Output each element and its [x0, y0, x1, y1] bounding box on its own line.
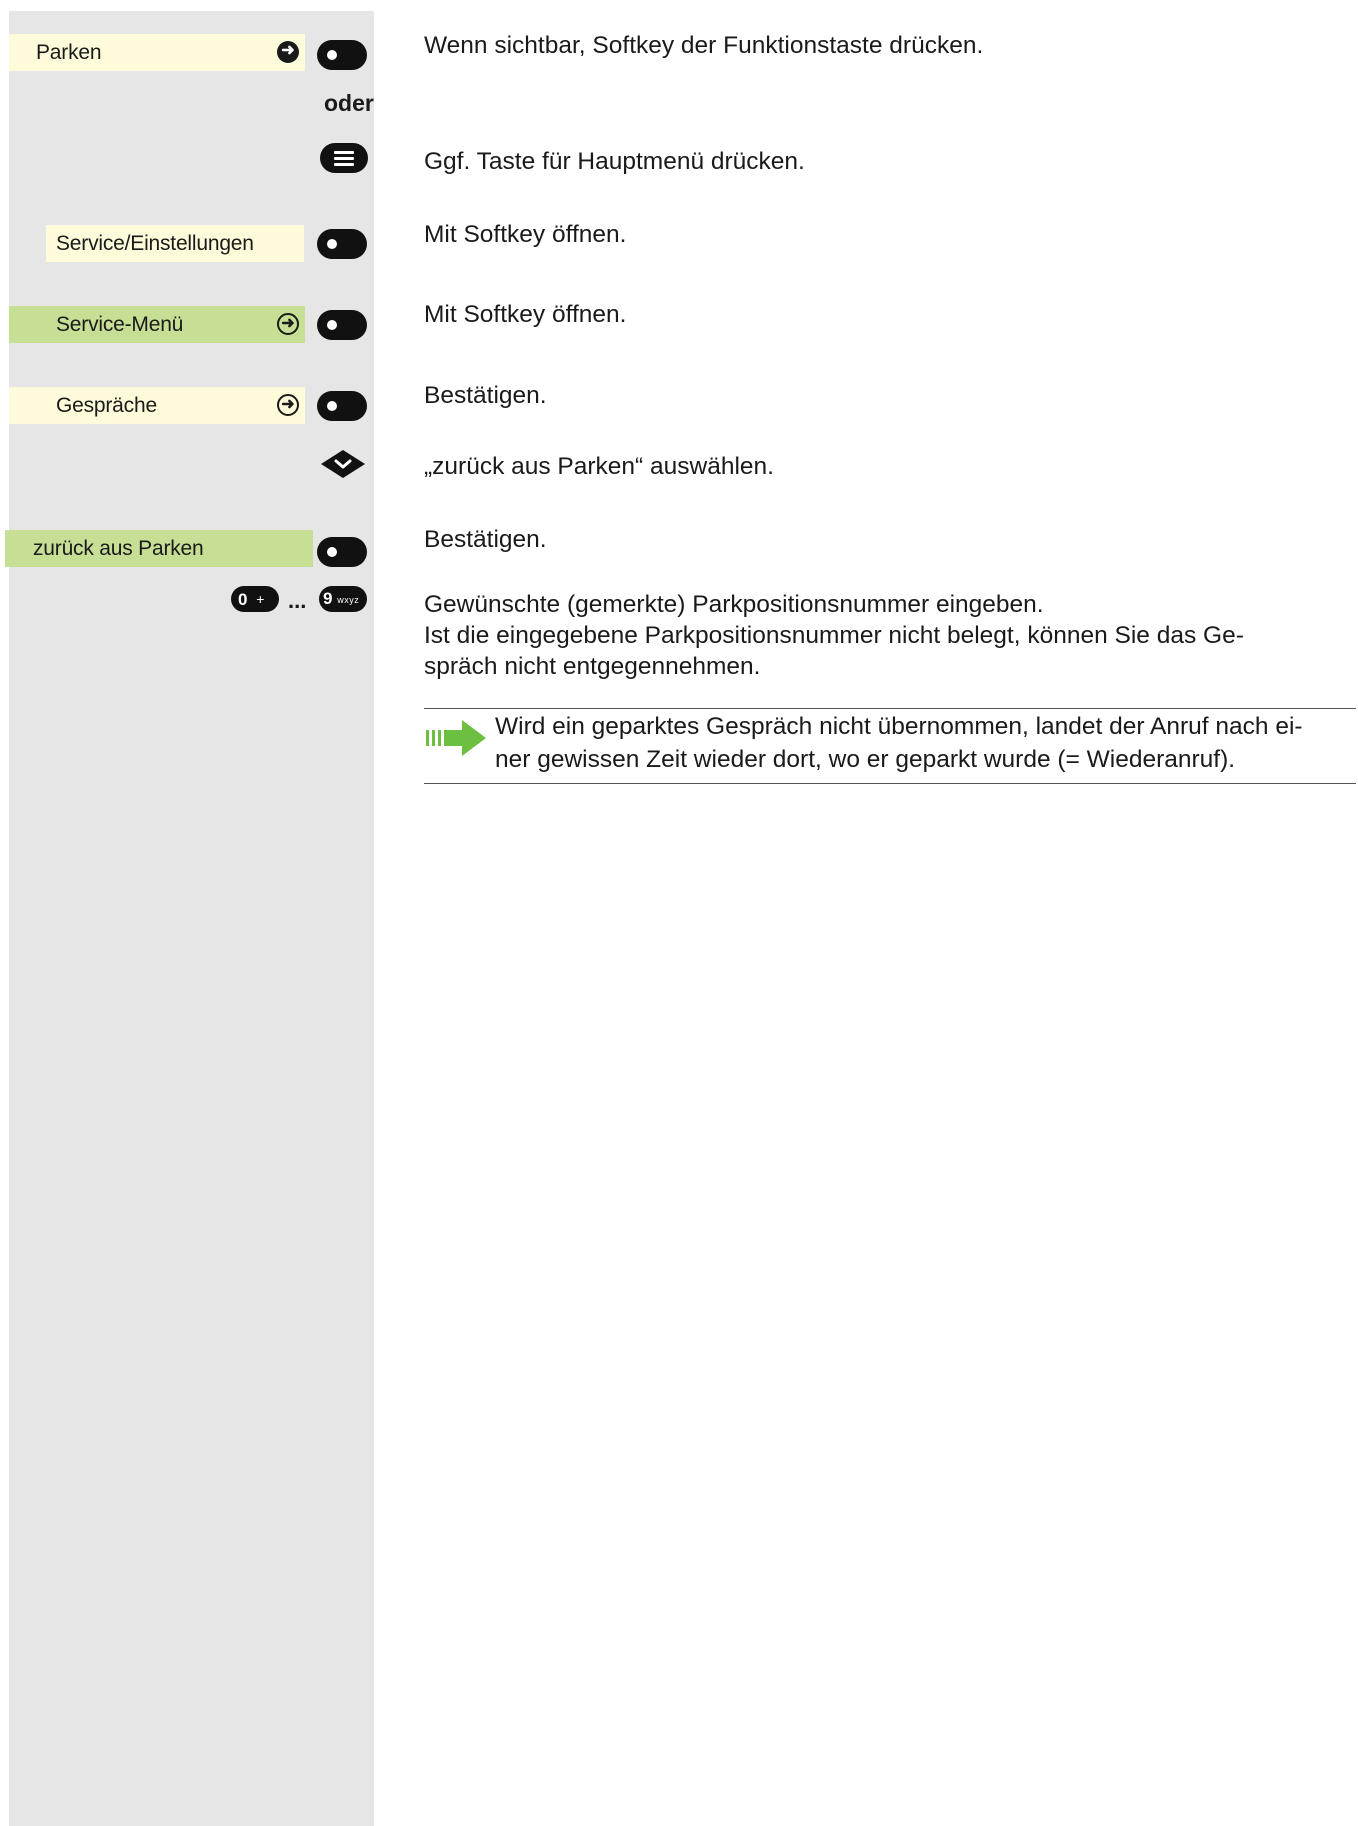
- note-top-rule: [424, 708, 1356, 709]
- menu-item-zurueck-aus-parken[interactable]: zurück aus Parken: [5, 530, 313, 567]
- key-sub-label: wxyz: [337, 595, 360, 605]
- instruction-text: „zurück aus Parken“ auswählen.: [424, 453, 774, 480]
- menu-item-label: Service-Menü: [56, 313, 184, 336]
- instruction-text: Ist die eingegebene Parkpositionsnummer …: [424, 622, 1244, 649]
- menu-item-service-menu[interactable]: Service-Menü ➜: [9, 306, 305, 343]
- note-text: Wird ein geparktes Gespräch nicht überno…: [495, 710, 1357, 776]
- instruction-text: Mit Softkey öffnen.: [424, 301, 627, 328]
- menu-item-label: Service/Einstellungen: [56, 232, 254, 255]
- softkey-button[interactable]: [317, 391, 367, 421]
- key-sub-label: +: [256, 591, 265, 607]
- number-key-0[interactable]: 0 +: [231, 586, 279, 612]
- menu-item-label: Gespräche: [56, 394, 157, 417]
- menu-item-label: Parken: [36, 41, 102, 64]
- number-key-9[interactable]: 9 wxyz: [319, 586, 367, 612]
- left-sidebar: [9, 11, 374, 1826]
- key-digit: 9: [323, 589, 333, 608]
- arrow-right-outline-icon: ➜: [277, 313, 299, 335]
- note-line: ner gewissen Zeit wieder dort, wo er gep…: [495, 746, 1236, 773]
- instruction-text: Gewünschte (gemerkte) Parkpositionsnumme…: [424, 591, 1044, 618]
- menu-item-label: zurück aus Parken: [33, 537, 204, 560]
- menu-item-parken[interactable]: Parken ➜: [9, 34, 305, 71]
- note-bottom-rule: [424, 783, 1356, 784]
- menu-item-service-einstellungen[interactable]: Service/Einstellungen: [46, 225, 304, 262]
- range-ellipsis: ...: [288, 588, 307, 613]
- navigation-key-icon[interactable]: [320, 449, 366, 479]
- key-digit: 0: [238, 590, 248, 609]
- menu-item-gespraeche[interactable]: Gespräche ➜: [9, 387, 305, 424]
- softkey-button[interactable]: [317, 310, 367, 340]
- softkey-button[interactable]: [317, 40, 367, 70]
- instruction-text: Mit Softkey öffnen.: [424, 221, 627, 248]
- or-label: oder: [324, 90, 374, 116]
- softkey-button[interactable]: [317, 229, 367, 259]
- note-line: Wird ein geparktes Gespräch nicht überno…: [495, 713, 1303, 740]
- instruction-text: Wenn sichtbar, Softkey der Funktionstast…: [424, 32, 984, 59]
- arrow-right-outline-icon: ➜: [277, 394, 299, 416]
- instruction-text: spräch nicht entgegennehmen.: [424, 653, 761, 680]
- instruction-text: Bestätigen.: [424, 382, 547, 409]
- instruction-text: Ggf. Taste für Hauptmenü drücken.: [424, 148, 805, 175]
- instruction-text: Bestätigen.: [424, 526, 547, 553]
- main-menu-key-icon[interactable]: [320, 143, 368, 173]
- softkey-button[interactable]: [317, 537, 367, 567]
- arrow-right-icon: ➜: [277, 41, 299, 63]
- note-arrow-icon: [426, 720, 486, 756]
